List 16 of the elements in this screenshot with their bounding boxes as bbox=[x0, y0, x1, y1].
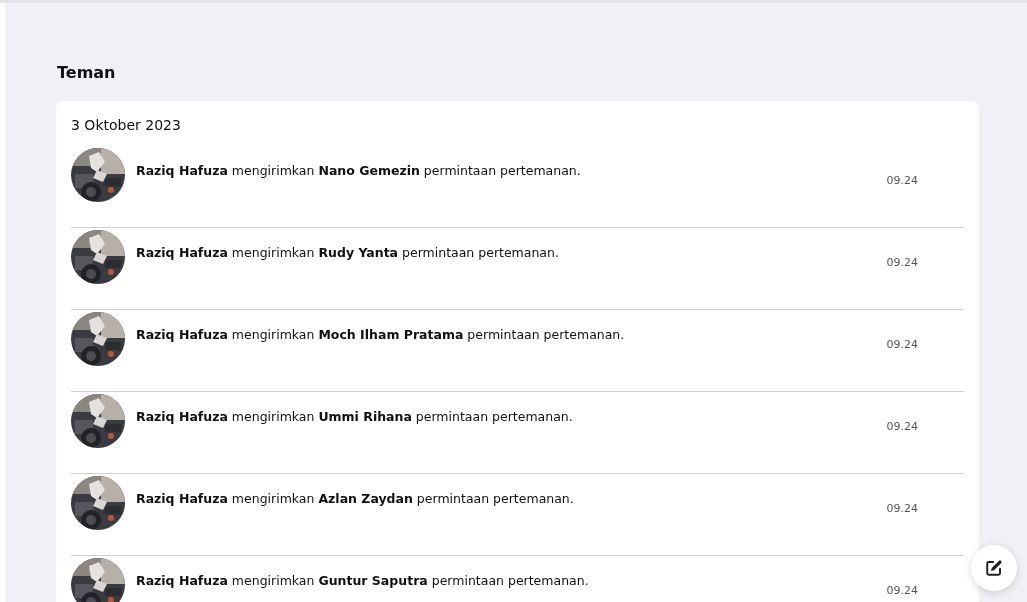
notification-message: Raziq Hafuza mengirimkan Rudy Yanta permintaan pertemanan. bbox=[136, 244, 560, 262]
notification-message: Raziq Hafuza mengirimkan Guntur Saputra permintaan pertemanan. bbox=[136, 572, 590, 590]
notification-message: Raziq Hafuza mengirimkan Moch Ilham Pratama permintaan pertemanan. bbox=[136, 326, 626, 344]
notification-time: 09.24 bbox=[886, 584, 918, 597]
edit-icon bbox=[985, 559, 1003, 577]
section-title: Teman bbox=[57, 62, 117, 84]
notification-time: 09.24 bbox=[886, 502, 918, 515]
compose-button[interactable] bbox=[971, 545, 1017, 591]
notification-time: 09.24 bbox=[886, 256, 918, 269]
notification-time: 09.24 bbox=[886, 338, 918, 351]
notification-time: 09.24 bbox=[886, 420, 918, 433]
notification-time: 09.24 bbox=[886, 174, 918, 187]
date-heading: 3 Oktober 2023 bbox=[71, 116, 182, 135]
notification-message: Raziq Hafuza mengirimkan Azlan Zaydan permintaan pertemanan. bbox=[136, 490, 575, 508]
notification-message: Raziq Hafuza mengirimkan Nano Gemezin permintaan pertemanan. bbox=[136, 162, 582, 180]
notification-message: Raziq Hafuza mengirimkan Ummi Rihana permintaan pertemanan. bbox=[136, 408, 574, 426]
